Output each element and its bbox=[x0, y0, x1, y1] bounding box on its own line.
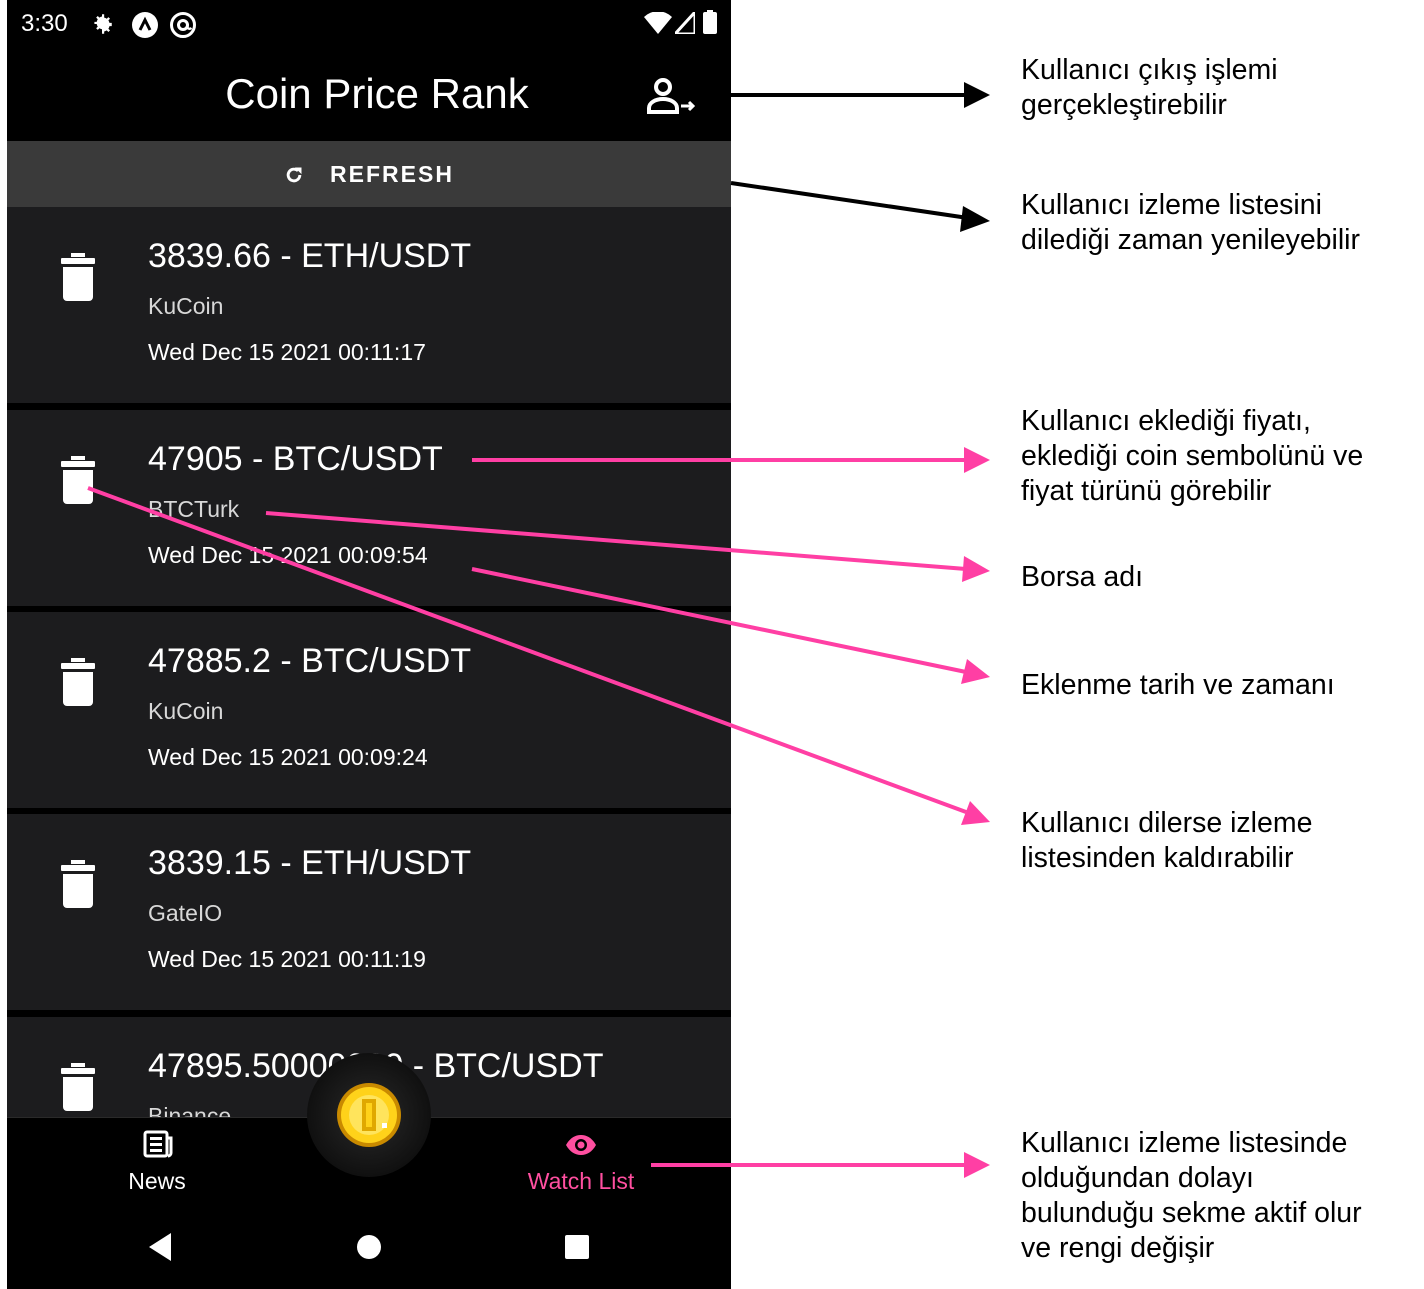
annotation-line: olduğundan dolayı bbox=[1021, 1162, 1254, 1194]
annotation-exchange: Borsa adı bbox=[1021, 560, 1143, 595]
annotation-line: bulunduğu sekme aktif olur bbox=[1021, 1197, 1362, 1229]
arrow-watch-tab bbox=[651, 1152, 990, 1178]
arrow-logout bbox=[731, 82, 990, 108]
annotation-delete: Kullanıcı dilerse izleme listesinden kal… bbox=[1021, 806, 1312, 876]
annotation-line: eklediği coin sembolünü ve bbox=[1021, 440, 1364, 472]
annotation-price: Kullanıcı eklediği fiyatı, eklediği coin… bbox=[1021, 404, 1363, 509]
annotation-line: Eklenme tarih ve zamanı bbox=[1021, 669, 1335, 701]
arrow-refresh bbox=[730, 181, 990, 232]
arrow-delete bbox=[87, 486, 990, 825]
annotation-line: Borsa adı bbox=[1021, 561, 1143, 593]
annotation-date: Eklenme tarih ve zamanı bbox=[1021, 668, 1335, 703]
annotation-watch-tab: Kullanıcı izleme listesinde olduğundan d… bbox=[1021, 1126, 1362, 1266]
annotation-line: dilediği zaman yenileyebilir bbox=[1021, 224, 1361, 256]
annotation-line: Kullanıcı dilerse izleme bbox=[1021, 807, 1313, 839]
arrow-exchange bbox=[265, 511, 990, 582]
arrow-date bbox=[471, 567, 990, 684]
annotation-line: listesinden kaldırabilir bbox=[1021, 842, 1294, 874]
annotation-logout: Kullanıcı çıkış işlemi gerçekleştirebili… bbox=[1021, 53, 1278, 123]
annotation-line: fiyat türünü görebilir bbox=[1021, 475, 1272, 507]
annotation-refresh: Kullanıcı izleme listesini dilediği zama… bbox=[1021, 188, 1360, 258]
arrow-price bbox=[472, 447, 990, 473]
annotation-line: Kullanıcı izleme listesini bbox=[1021, 189, 1322, 221]
annotation-line: ve rengi değişir bbox=[1021, 1232, 1215, 1264]
annotation-line: Kullanıcı eklediği fiyatı, bbox=[1021, 405, 1311, 437]
annotation-line: Kullanıcı çıkış işlemi bbox=[1021, 54, 1278, 86]
annotation-line: Kullanıcı izleme listesinde bbox=[1021, 1127, 1348, 1159]
annotation-line: gerçekleştirebilir bbox=[1021, 89, 1227, 121]
